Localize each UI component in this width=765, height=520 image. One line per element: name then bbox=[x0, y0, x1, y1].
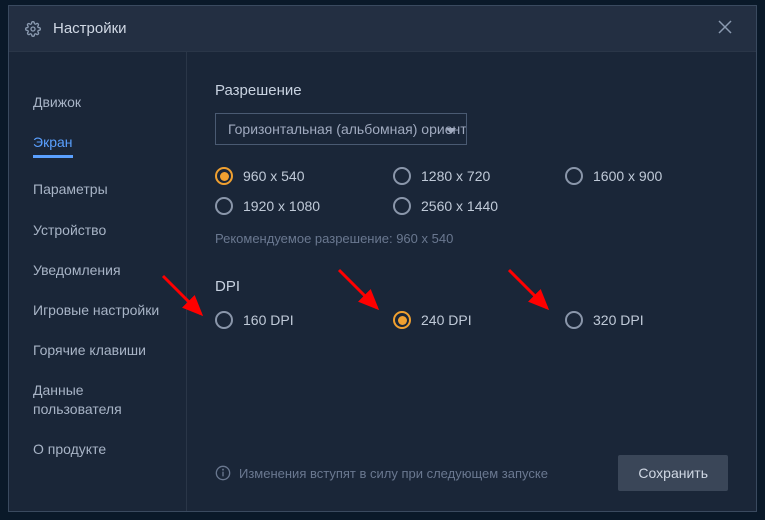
radio-label: 320 DPI bbox=[593, 312, 644, 328]
radio-circle-icon bbox=[393, 167, 411, 185]
sidebar-item-label: Движок bbox=[33, 94, 81, 110]
dpi-radio-240[interactable]: 240 DPI bbox=[393, 311, 565, 329]
radio-circle-icon bbox=[393, 197, 411, 215]
resolution-options: 960 x 540 1280 x 720 1600 x 900 1920 x 1… bbox=[215, 167, 728, 215]
sidebar-item-notifications[interactable]: Уведомления bbox=[9, 250, 186, 290]
sidebar-item-label: Параметры bbox=[33, 181, 108, 197]
sidebar-item-label: Горячие клавиши bbox=[33, 342, 146, 358]
sidebar-item-label: О продукте bbox=[33, 441, 106, 457]
sidebar-item-parameters[interactable]: Параметры bbox=[9, 169, 186, 209]
window-title: Настройки bbox=[53, 20, 710, 37]
sidebar-item-game-settings[interactable]: Игровые настройки bbox=[9, 290, 186, 330]
radio-label: 1280 x 720 bbox=[421, 168, 490, 184]
close-button[interactable] bbox=[710, 14, 740, 43]
radio-circle-icon bbox=[565, 311, 583, 329]
resolution-radio-1920x1080[interactable]: 1920 x 1080 bbox=[215, 197, 393, 215]
radio-label: 960 x 540 bbox=[243, 168, 305, 184]
orientation-value: Горизонтальная (альбомная) ориентация bbox=[228, 121, 467, 137]
chevron-down-icon bbox=[446, 121, 456, 137]
radio-label: 160 DPI bbox=[243, 312, 294, 328]
radio-label: 240 DPI bbox=[421, 312, 472, 328]
resolution-radio-2560x1440[interactable]: 2560 x 1440 bbox=[393, 197, 565, 215]
orientation-select[interactable]: Горизонтальная (альбомная) ориентация bbox=[215, 113, 467, 145]
dpi-title: DPI bbox=[215, 278, 728, 295]
sidebar-item-device[interactable]: Устройство bbox=[9, 210, 186, 250]
gear-icon bbox=[25, 21, 41, 37]
sidebar-item-about[interactable]: О продукте bbox=[9, 429, 186, 469]
sidebar-item-label: Игровые настройки bbox=[33, 302, 159, 318]
window-body: Движок Экран Параметры Устройство Уведом… bbox=[9, 52, 756, 511]
resolution-radio-1280x720[interactable]: 1280 x 720 bbox=[393, 167, 565, 185]
sidebar-item-label: Уведомления bbox=[33, 262, 121, 278]
sidebar-item-user-data[interactable]: Данные пользователя bbox=[9, 370, 186, 428]
dpi-radio-320[interactable]: 320 DPI bbox=[565, 311, 728, 329]
info-icon bbox=[215, 465, 231, 481]
dpi-section: DPI 160 DPI 240 DPI 320 DPI bbox=[215, 278, 728, 329]
sidebar-item-engine[interactable]: Движок bbox=[9, 82, 186, 122]
titlebar: Настройки bbox=[9, 6, 756, 52]
sidebar-item-label: Данные пользователя bbox=[33, 382, 122, 416]
dpi-radio-160[interactable]: 160 DPI bbox=[215, 311, 393, 329]
radio-circle-icon bbox=[215, 311, 233, 329]
radio-circle-icon bbox=[215, 167, 233, 185]
footer-info-text: Изменения вступят в силу при следующем з… bbox=[239, 466, 618, 481]
footer: Изменения вступят в силу при следующем з… bbox=[215, 439, 728, 491]
resolution-radio-960x540[interactable]: 960 x 540 bbox=[215, 167, 393, 185]
content-area: Разрешение Горизонтальная (альбомная) ор… bbox=[187, 52, 756, 511]
resolution-title: Разрешение bbox=[215, 82, 728, 99]
sidebar-item-hotkeys[interactable]: Горячие клавиши bbox=[9, 330, 186, 370]
radio-label: 1600 x 900 bbox=[593, 168, 662, 184]
sidebar-item-label: Устройство bbox=[33, 222, 106, 238]
sidebar-item-label: Экран bbox=[33, 134, 73, 150]
settings-window: Настройки Движок Экран Параметры Устройс… bbox=[8, 5, 757, 512]
sidebar: Движок Экран Параметры Устройство Уведом… bbox=[9, 52, 187, 511]
radio-circle-icon bbox=[565, 167, 583, 185]
sidebar-item-screen[interactable]: Экран bbox=[9, 122, 186, 169]
resolution-radio-1600x900[interactable]: 1600 x 900 bbox=[565, 167, 728, 185]
save-button[interactable]: Сохранить bbox=[618, 455, 728, 491]
radio-label: 2560 x 1440 bbox=[421, 198, 498, 214]
resolution-recommendation: Рекомендуемое разрешение: 960 x 540 bbox=[215, 231, 728, 246]
dpi-options: 160 DPI 240 DPI 320 DPI bbox=[215, 311, 728, 329]
radio-label: 1920 x 1080 bbox=[243, 198, 320, 214]
active-underline bbox=[33, 155, 73, 158]
radio-circle-icon bbox=[393, 311, 411, 329]
radio-circle-icon bbox=[215, 197, 233, 215]
